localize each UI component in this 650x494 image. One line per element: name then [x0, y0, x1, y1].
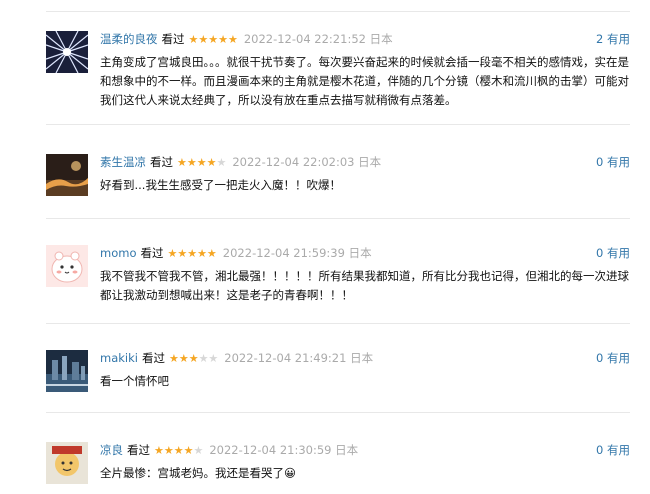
comment-divider	[46, 323, 630, 324]
rating-stars: ★★★★★	[177, 156, 227, 169]
comment-text: 看一个情怀吧	[100, 374, 169, 388]
rating-stars: ★★★★★	[168, 352, 219, 365]
comment-text: 我不管我不管我不管，湘北最强！！！！！所有结果我都知道，所有比分我也记得，但湘北…	[100, 269, 629, 302]
useful-vote-button[interactable]: 0 有用	[596, 442, 630, 458]
username-link[interactable]: momo	[100, 246, 136, 260]
username-link[interactable]: 素生温凉	[100, 155, 146, 169]
rating-stars: ★★★★★	[167, 247, 217, 260]
watched-label: 看过	[141, 351, 165, 365]
comment-divider	[46, 124, 630, 125]
username-link[interactable]: 凉良	[100, 443, 123, 457]
comment-time: 2022-12-04 21:49:21 日本	[224, 351, 374, 365]
comment-divider	[46, 218, 630, 219]
rating-stars: ★★★★★	[188, 33, 238, 46]
top-divider	[46, 11, 630, 12]
avatar[interactable]	[46, 245, 88, 287]
username-link[interactable]: 温柔的良夜	[100, 32, 158, 46]
useful-vote-button[interactable]: 0 有用	[596, 154, 630, 170]
avatar[interactable]	[46, 442, 88, 484]
comment-text: 全片最惨：宫城老妈。我还是看哭了😀	[100, 466, 296, 480]
watched-label: 看过	[150, 155, 173, 169]
useful-vote-button[interactable]: 0 有用	[596, 245, 630, 261]
useful-vote-button[interactable]: 0 有用	[596, 350, 630, 366]
comment-text: 主角变成了宫城良田。。。就很干扰节奏了。每次要兴奋起来的时候就会插一段毫不相关的…	[100, 55, 629, 107]
useful-vote-button[interactable]: 2 有用	[596, 31, 630, 47]
comment-text: 好看到...我生生感受了一把走火入魔！！吹爆！	[100, 178, 341, 192]
comment-time: 2022-12-04 22:21:52 日本	[243, 32, 393, 46]
avatar[interactable]	[46, 350, 88, 392]
username-link[interactable]: makiki	[100, 351, 138, 365]
avatar[interactable]	[46, 31, 88, 73]
comment-divider	[46, 412, 630, 413]
watched-label: 看过	[140, 246, 164, 260]
comment-time: 2022-12-04 21:59:39 日本	[222, 246, 372, 260]
watched-label: 看过	[127, 443, 150, 457]
avatar[interactable]	[46, 154, 88, 196]
watched-label: 看过	[161, 32, 185, 46]
comment-time: 2022-12-04 21:30:59 日本	[209, 443, 359, 457]
rating-stars: ★★★★★	[154, 444, 204, 457]
comment-time: 2022-12-04 22:02:03 日本	[232, 155, 382, 169]
